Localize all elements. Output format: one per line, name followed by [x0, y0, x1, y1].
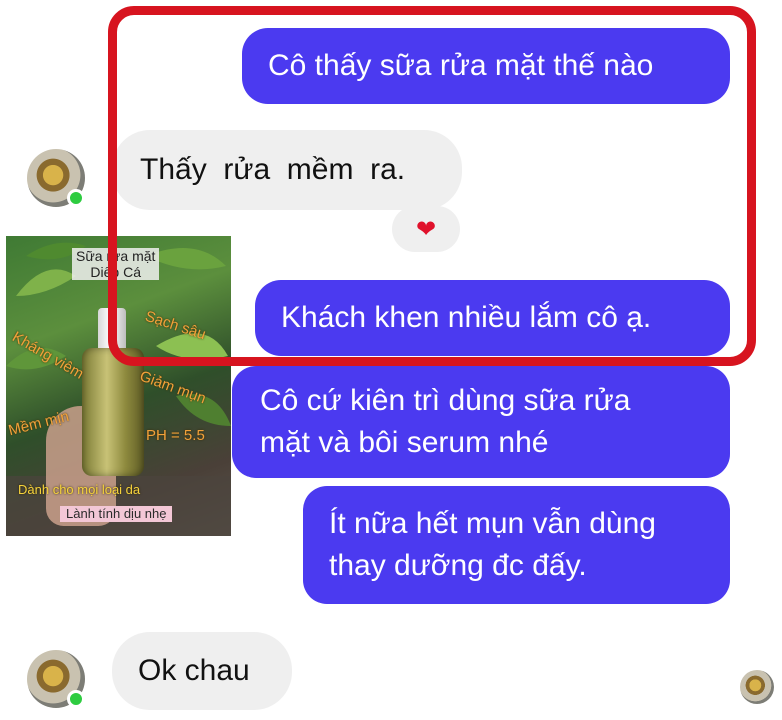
message-text-line1: Cô cứ kiên trì dùng sữa rửa [260, 384, 631, 417]
message-incoming-2[interactable]: Ok chau [112, 632, 292, 710]
message-incoming-1[interactable]: Thấy rửa mềm ra. [112, 130, 462, 210]
tag-ph: PH = 5.5 [146, 427, 205, 444]
message-outgoing-1[interactable]: Cô thấy sữa rửa mặt thế nào [242, 28, 730, 104]
avatar-image [740, 670, 774, 704]
tag-danh-cho: Dành cho mọi loại da [18, 482, 141, 497]
message-outgoing-3[interactable]: Cô cứ kiên trì dùng sữa rửa mặt và bôi s… [232, 366, 730, 478]
message-text: Cô thấy sữa rửa mặt thế nào [268, 49, 654, 82]
contact-avatar[interactable] [27, 650, 85, 708]
product-title-line1: Sữa rửa mặt [76, 248, 156, 264]
message-text: Ok chau [138, 654, 250, 687]
message-text-line1: Ít nữa hết mụn vẫn dùng [329, 507, 656, 540]
product-title: Sữa rửa mặt Diếp Cá [72, 248, 160, 280]
online-status-dot [67, 690, 85, 708]
serum-bottle [82, 348, 144, 476]
message-outgoing-2[interactable]: Khách khen nhiều lắm cô ạ. [255, 280, 730, 356]
message-outgoing-4[interactable]: Ít nữa hết mụn vẫn dùng thay dưỡng đc đấ… [303, 486, 730, 604]
message-text-line2: mặt và bôi serum nhé [260, 426, 549, 459]
message-text-line2: thay dưỡng đc đấy. [329, 549, 587, 582]
message-text: Khách khen nhiều lắm cô ạ. [281, 301, 652, 334]
seen-receipt-avatar [740, 670, 774, 704]
message-reaction[interactable]: ❤ [392, 206, 460, 252]
tag-lanh-tinh: Lành tính dịu nhẹ [60, 506, 173, 522]
product-image[interactable]: Sữa rửa mặt Diếp Cá Sạch sâu Kháng viêm … [6, 236, 231, 536]
message-text: Thấy rửa mềm ra. [140, 153, 406, 186]
contact-avatar[interactable] [27, 149, 85, 207]
online-status-dot [67, 189, 85, 207]
product-title-line2: Diếp Cá [90, 264, 142, 280]
bottle-pump [98, 308, 126, 352]
heart-icon: ❤ [415, 215, 437, 243]
